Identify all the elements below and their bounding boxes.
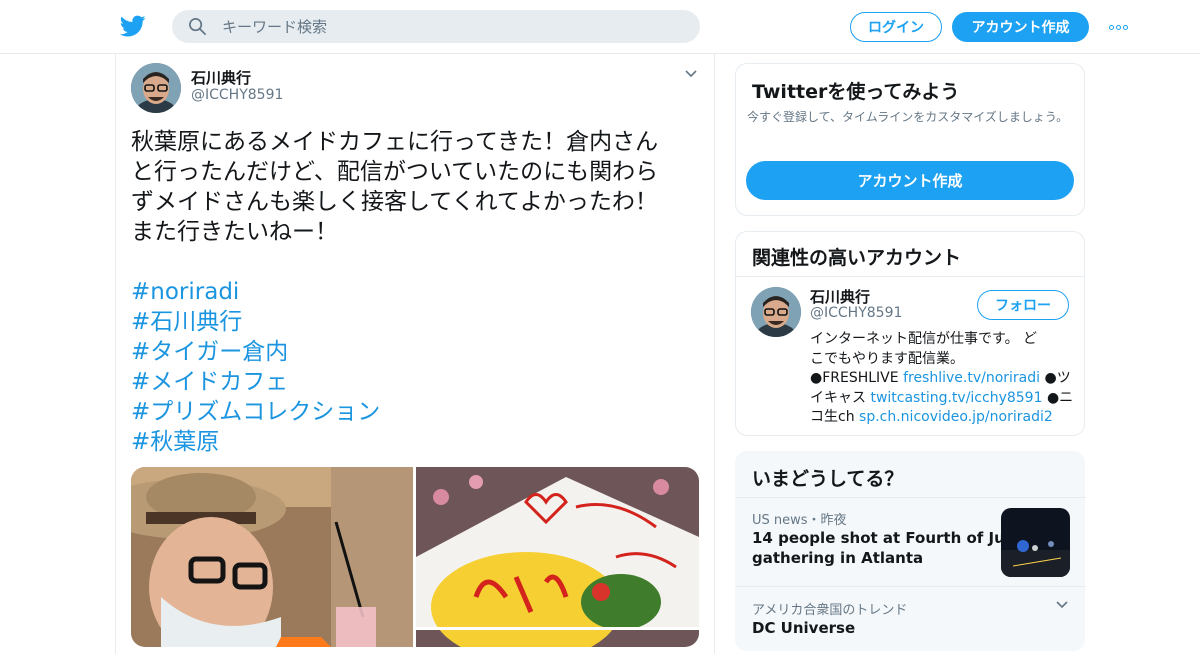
related-account-avatar[interactable] xyxy=(751,287,801,337)
bio-line: インターネット配信が仕事です。 ど xyxy=(810,331,1038,347)
hashtag-link[interactable]: #タイガー倉内 xyxy=(131,337,380,367)
more-options-icon[interactable] xyxy=(1106,17,1130,37)
bio-text: ●FRESHLIVE xyxy=(810,370,904,386)
signup-promo-button[interactable]: アカウント作成 xyxy=(746,161,1074,200)
tweet-text-line: ずメイドさんも楽しく接客してくれてよかったわ！ xyxy=(131,189,658,215)
search-icon xyxy=(189,18,206,35)
tweet-card: 石川典行 @ICCHY8591 秋葉原にあるメイドカフェに行ってきた！倉内さん … xyxy=(115,54,715,654)
divider xyxy=(736,586,1086,587)
tweet-text: 秋葉原にあるメイドカフェに行ってきた！倉内さん と行ったんだけど、配信がついてい… xyxy=(131,127,701,247)
tweet-text-line: 秋葉原にあるメイドカフェに行ってきた！倉内さん xyxy=(131,129,659,155)
trend-title[interactable]: 14 people shot at Fourth of July gatheri… xyxy=(752,528,1020,568)
trend-thumbnail[interactable] xyxy=(1001,508,1070,577)
tweet-media-grid xyxy=(131,467,699,647)
signup-promo-subtitle: 今すぐ登録して、タイムラインをカスタマイズしましょう。 xyxy=(747,110,1069,124)
trend-title-line: gathering in Atlanta xyxy=(752,549,924,567)
search-box[interactable] xyxy=(172,10,700,43)
tweet-photo-omurice[interactable] xyxy=(416,467,699,647)
trend-title-line: 14 people shot at Fourth of July xyxy=(752,529,1020,547)
bio-link-twitcasting[interactable]: twitcasting.tv/icchy8591 xyxy=(870,390,1042,406)
bio-text: ●ツ xyxy=(1040,370,1071,386)
hashtag-link[interactable]: #noriradi xyxy=(131,277,380,307)
trends-card: いまどうしてる？ US news・昨夜 14 people shot at Fo… xyxy=(735,451,1086,651)
tweet-photo-person[interactable] xyxy=(131,467,413,647)
trend-meta: アメリカ合衆国のトレンド xyxy=(752,603,908,618)
search-input[interactable] xyxy=(222,10,682,43)
related-account-bio: インターネット配信が仕事です。 ど こでもやります配信業。 ●FRESHLIVE… xyxy=(810,330,1074,428)
related-accounts-card: 関連性の高いアカウント 石川典行 @ICCHY8591 フォロー インターネット… xyxy=(735,231,1085,436)
follow-button[interactable]: フォロー xyxy=(977,290,1069,320)
related-account-name[interactable]: 石川典行 xyxy=(810,286,870,307)
author-name[interactable]: 石川典行 xyxy=(191,67,251,88)
divider xyxy=(736,497,1086,498)
twitter-bird-icon[interactable] xyxy=(120,13,146,39)
trends-title: いまどうしてる？ xyxy=(752,468,904,490)
bio-line: コ生ch sp.ch.nicovideo.jp/noriradi2 xyxy=(810,408,1072,428)
trend-meta: US news・昨夜 xyxy=(752,513,847,528)
related-accounts-title: 関連性の高いアカウント xyxy=(752,247,962,269)
signup-promo-title: Twitterを使ってみよう xyxy=(752,81,960,103)
signup-button[interactable]: アカウント作成 xyxy=(952,12,1089,42)
bio-text: イキャス xyxy=(810,389,871,406)
bio-link-freshlive[interactable]: freshlive.tv/noriradi xyxy=(903,370,1040,386)
divider xyxy=(736,276,1084,277)
hashtag-link[interactable]: #秋葉原 xyxy=(131,427,380,457)
author-avatar[interactable] xyxy=(131,63,181,113)
bio-line: ●FRESHLIVE freshlive.tv/noriradi ●ツ xyxy=(810,369,1072,389)
trend-title[interactable]: DC Universe xyxy=(752,618,855,638)
signup-promo-card: Twitterを使ってみよう 今すぐ登録して、タイムラインをカスタマイズしましょ… xyxy=(735,63,1085,216)
bio-text: コ生ch xyxy=(810,409,860,425)
bio-link-nicovideo[interactable]: sp.ch.nicovideo.jp/noriradi2 xyxy=(859,409,1053,425)
top-navigation-bar: ログイン アカウント作成 xyxy=(0,0,1200,54)
author-handle[interactable]: @ICCHY8591 xyxy=(191,87,283,103)
chevron-down-icon[interactable] xyxy=(1055,600,1069,610)
tweet-text-line: と行ったんだけど、配信がついていたのにも関わら xyxy=(131,159,659,185)
tweet-text-line: また行きたいねー！ xyxy=(131,219,338,245)
hashtag-list: #noriradi #石川典行 #タイガー倉内 #メイドカフェ #プリズムコレク… xyxy=(131,277,380,457)
chevron-down-icon[interactable] xyxy=(684,69,698,79)
bio-text: ●ニ xyxy=(1042,389,1074,406)
hashtag-link[interactable]: #石川典行 xyxy=(131,307,380,337)
bio-line: イキャス twitcasting.tv/icchy8591 ●ニ xyxy=(810,389,1074,409)
hashtag-link[interactable]: #メイドカフェ xyxy=(131,367,380,397)
hashtag-link[interactable]: #プリズムコレクション xyxy=(131,397,380,427)
bio-line: こでもやります配信業。 xyxy=(810,350,964,367)
related-account-handle[interactable]: @ICCHY8591 xyxy=(810,305,902,321)
login-button[interactable]: ログイン xyxy=(850,12,942,42)
